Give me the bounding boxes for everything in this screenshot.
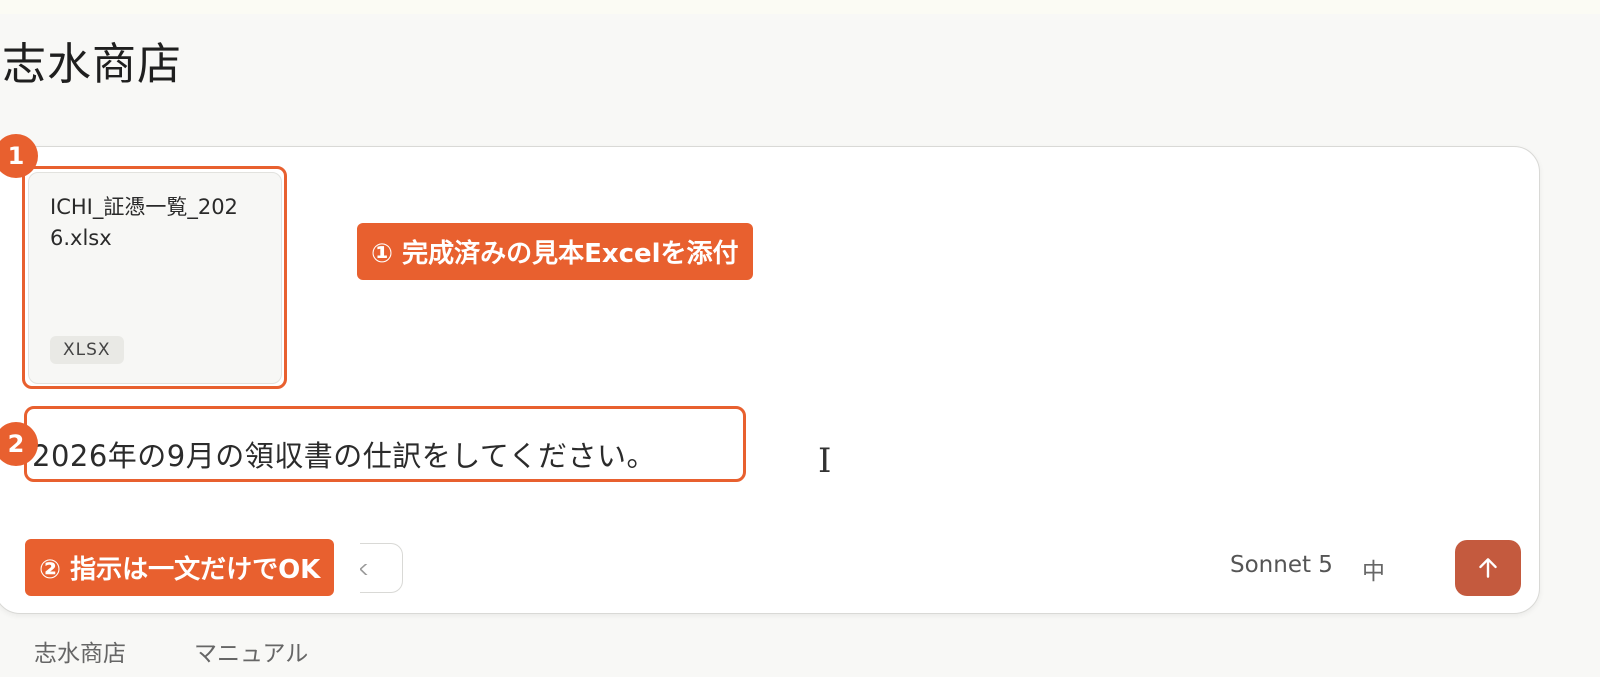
model-selector[interactable]: Sonnet 5	[1230, 552, 1333, 578]
model-effort-level[interactable]: 中	[1362, 552, 1385, 586]
send-button[interactable]	[1455, 540, 1521, 596]
footer-link-manual[interactable]: マニュアル	[194, 634, 308, 668]
footer-link-shop[interactable]: 志水商店	[34, 634, 126, 668]
highlight-box-attachment	[22, 166, 287, 389]
composer-option-button[interactable]: k	[360, 543, 403, 593]
top-strip	[0, 0, 1600, 14]
highlight-box-prompt	[24, 406, 746, 482]
page-title: 志水商店	[2, 39, 182, 90]
callout-one-sentence: ② 指示は一文だけでOK	[25, 539, 335, 596]
text-cursor-icon: I	[818, 441, 832, 481]
composer-option-button-label: k	[360, 556, 368, 580]
callout-attach-excel: ① 完成済みの見本Excelを添付	[357, 223, 753, 280]
arrow-up-icon	[1479, 558, 1497, 578]
